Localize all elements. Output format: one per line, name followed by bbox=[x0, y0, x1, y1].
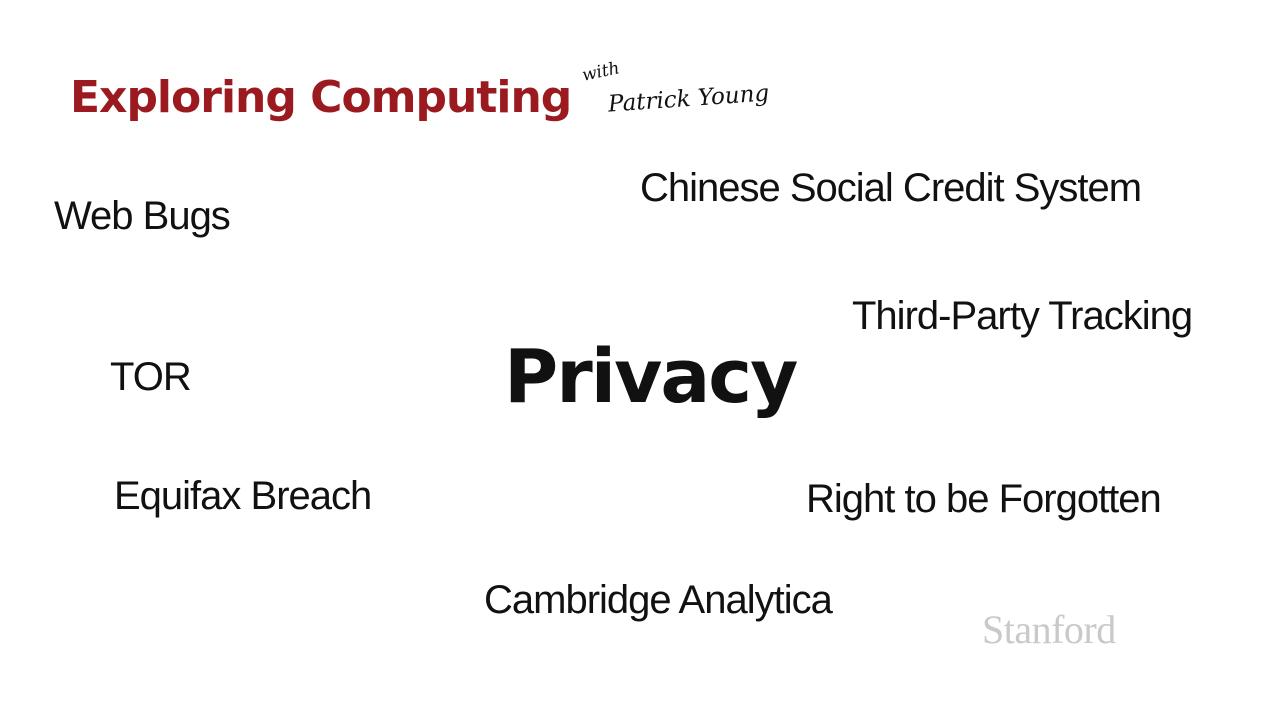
topic-right-to-be-forgotten: Right to be Forgotten bbox=[806, 477, 1162, 521]
slide: Exploring Computing with Patrick Young W… bbox=[0, 0, 1280, 720]
topic-cambridge-analytica: Cambridge Analytica bbox=[484, 578, 833, 622]
topic-chinese-social-credit: Chinese Social Credit System bbox=[640, 166, 1142, 210]
course-title: Exploring Computing bbox=[70, 72, 572, 123]
author-name: Patrick Young bbox=[607, 80, 770, 118]
topic-web-bugs: Web Bugs bbox=[54, 194, 231, 238]
stanford-logo: Stanford bbox=[982, 607, 1116, 652]
with-label: with bbox=[580, 58, 622, 86]
topic-tor: TOR bbox=[110, 355, 192, 399]
topic-third-party-tracking: Third-Party Tracking bbox=[852, 294, 1193, 338]
main-topic-title: Privacy bbox=[504, 334, 798, 420]
topic-equifax-breach: Equifax Breach bbox=[114, 474, 372, 518]
